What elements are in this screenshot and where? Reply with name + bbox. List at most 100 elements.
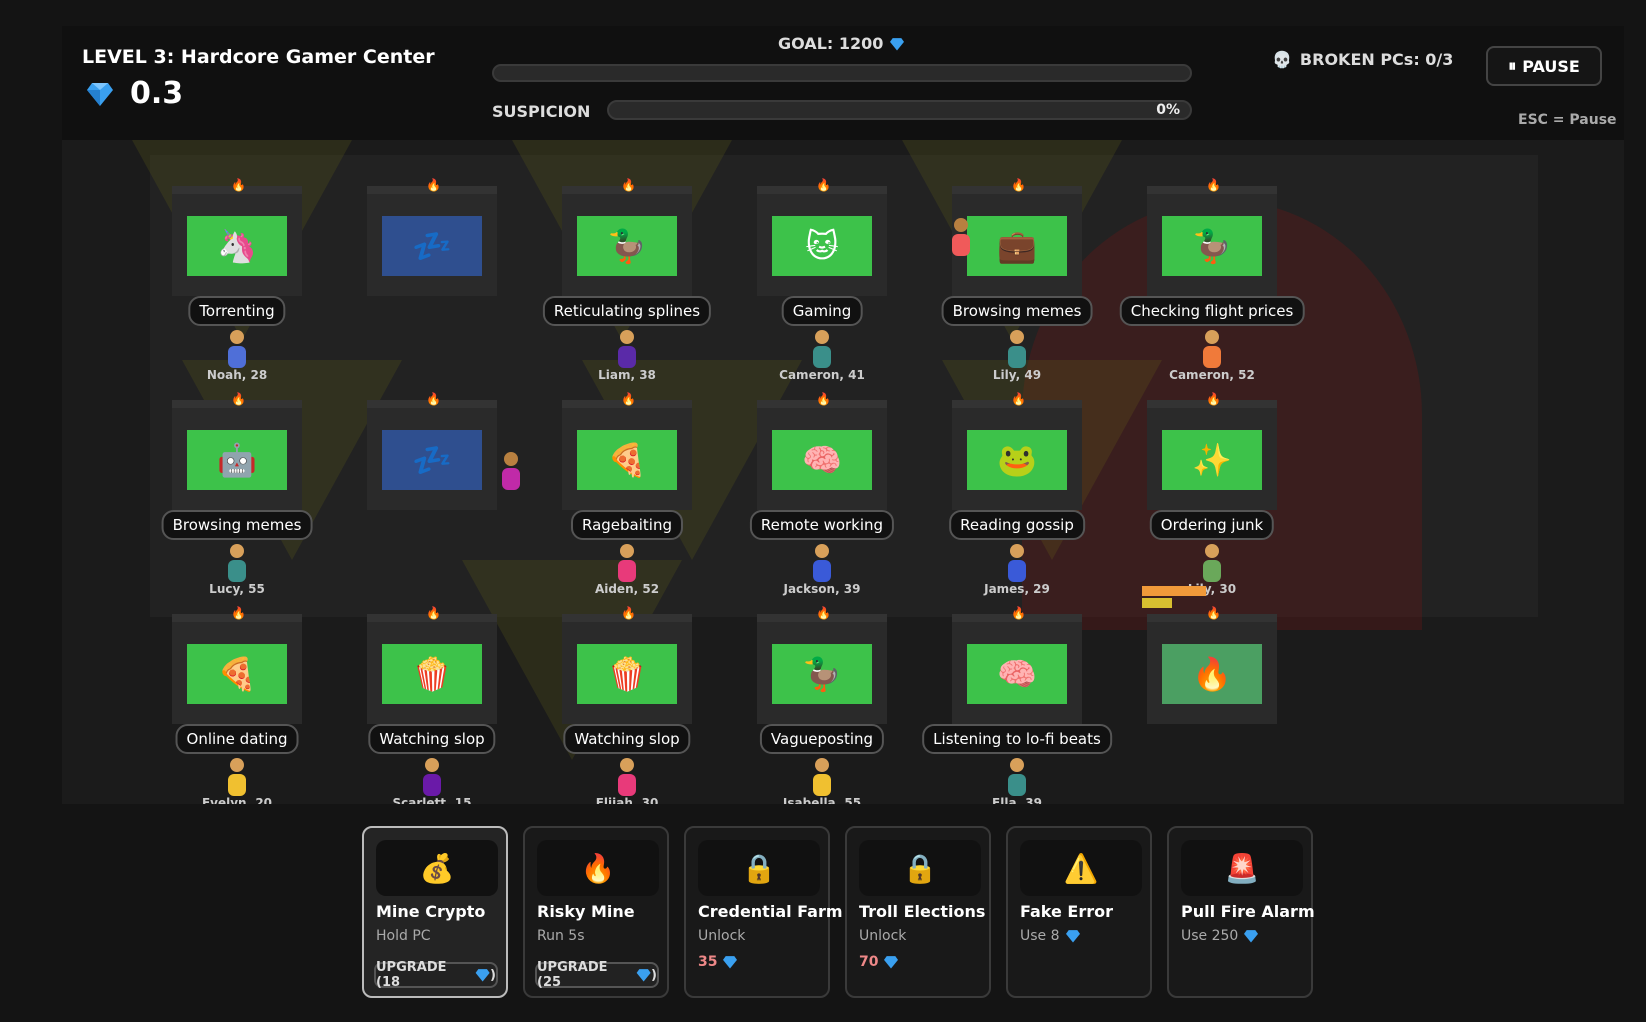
tool-card-troll-elections[interactable]: 🔒 Troll Elections Unlock 70 <box>845 826 991 998</box>
desk: 🔥 ✨ <box>1147 392 1277 510</box>
tool-card-risky-mine[interactable]: 🔥 Risky Mine Run 5s UPGRADE (25 ) <box>523 826 669 998</box>
pc-monitor[interactable]: 🦄 <box>187 216 287 276</box>
pc-monitor[interactable]: 🍕 <box>577 430 677 490</box>
gem-balance: 0.3 <box>86 76 183 111</box>
suspicion-bar: 0% <box>607 100 1192 120</box>
tool-icon: ⚠️ <box>1020 840 1142 896</box>
worker-name: Lucy, 55 <box>209 582 265 596</box>
tool-bar: 💰 Mine Crypto Hold PC UPGRADE (18 ) 🔥 Risky M… <box>362 826 1315 998</box>
hud-bar: LEVEL 3: Hardcore Gamer Center 0.3 GOAL:… <box>62 26 1624 140</box>
goal-progress-bar <box>492 64 1192 82</box>
activity-label: Vagueposting <box>759 724 885 754</box>
worker-name: Cameron, 52 <box>1169 368 1255 382</box>
tool-card-fake-error[interactable]: ⚠️ Fake Error Use 8 <box>1006 826 1152 998</box>
tool-subtitle: Use 8 <box>1020 928 1081 944</box>
desk: 🔥 🦆 <box>562 178 692 296</box>
tool-name: Risky Mine <box>537 902 635 921</box>
pc-monitor[interactable]: 🧠 <box>772 430 872 490</box>
heat-indicator-icon: 🔥 <box>621 606 636 620</box>
pc-monitor[interactable]: 💤 <box>382 430 482 490</box>
activity-label: Checking flight prices <box>1119 296 1305 326</box>
office-floor: 🔥 🦄 Torrenting Noah, 28 🔥 💤 🔥 🦆 Reticulating spl… <box>62 140 1624 804</box>
worker-name: Jackson, 39 <box>783 582 861 596</box>
desk: 🔥 🦆 <box>1147 178 1277 296</box>
worker-name: Aiden, 52 <box>594 582 660 596</box>
activity-label: Reticulating splines <box>542 296 712 326</box>
activity-label: Online dating <box>175 724 299 754</box>
desk-top: 🔥 <box>172 178 302 194</box>
heat-indicator-icon: 🔥 <box>1206 178 1221 192</box>
pc-monitor[interactable]: 🦆 <box>772 644 872 704</box>
worker-name: Lily, 49 <box>992 368 1042 382</box>
tool-icon: 🔒 <box>859 840 981 896</box>
pause-button[interactable]: ⏸ PAUSE <box>1486 46 1602 86</box>
tool-name: Credential Farm <box>698 902 843 921</box>
desk: 🔥 🦄 <box>172 178 302 296</box>
worker-name: Liam, 38 <box>598 368 656 382</box>
pc-monitor[interactable]: 🐱 <box>772 216 872 276</box>
pc-monitor[interactable]: 🔥 <box>1162 644 1262 704</box>
tool-icon: 🔒 <box>698 840 820 896</box>
desk: 🔥 💤 <box>367 392 497 510</box>
worker-name: Cameron, 41 <box>779 368 865 382</box>
tool-card-pull-fire-alarm[interactable]: 🚨 Pull Fire Alarm Use 250 <box>1167 826 1315 998</box>
worker-name: Elijah, 30 <box>595 796 659 804</box>
worker-figure <box>226 544 248 584</box>
upgrade-button[interactable]: UPGRADE (18 ) <box>374 960 498 990</box>
worker-figure <box>811 544 833 584</box>
desk-top: 🔥 <box>367 178 497 194</box>
worker-figure <box>1201 544 1223 584</box>
activity-label: Ordering junk <box>1149 510 1275 540</box>
heat-bar <box>1142 598 1172 608</box>
tool-icon: 🔥 <box>537 840 659 896</box>
heat-indicator-icon: 🔥 <box>426 392 441 406</box>
tool-cost: 70 <box>859 954 899 970</box>
pc-monitor[interactable]: 🍿 <box>382 644 482 704</box>
pc-monitor[interactable]: 🍕 <box>187 644 287 704</box>
heat-indicator-icon: 🔥 <box>816 178 831 192</box>
mining-progress-bar <box>1142 586 1206 596</box>
desk-top: 🔥 <box>952 392 1082 408</box>
pc-monitor[interactable]: ✨ <box>1162 430 1262 490</box>
heat-indicator-icon: 🔥 <box>621 392 636 406</box>
desk: 🔥 🍕 <box>562 392 692 510</box>
diamond-icon <box>1065 930 1080 943</box>
tool-card-credential-farm[interactable]: 🔒 Credential Farm Unlock 35 <box>684 826 843 998</box>
desk-top: 🔥 <box>367 392 497 408</box>
pc-monitor[interactable]: 🍿 <box>577 644 677 704</box>
heat-indicator-icon: 🔥 <box>231 606 246 620</box>
pc-monitor[interactable]: 🐸 <box>967 430 1067 490</box>
pc-monitor[interactable]: 🧠 <box>967 644 1067 704</box>
pc-monitor[interactable]: 🦆 <box>1162 216 1262 276</box>
tool-card-mine-crypto[interactable]: 💰 Mine Crypto Hold PC UPGRADE (18 ) <box>362 826 508 998</box>
esc-hint: ESC = Pause <box>1518 112 1617 128</box>
desk: 🔥 💤 <box>367 178 497 296</box>
desk: 🔥 🧠 <box>952 606 1082 724</box>
worker-figure <box>226 758 248 798</box>
tool-name: Fake Error <box>1020 902 1114 921</box>
tool-name: Pull Fire Alarm <box>1181 902 1315 921</box>
heat-indicator-icon: 🔥 <box>1206 392 1221 406</box>
tool-icon: 🚨 <box>1181 840 1303 896</box>
desk-top: 🔥 <box>952 178 1082 194</box>
activity-label: Listening to lo-fi beats <box>922 724 1112 754</box>
upgrade-button[interactable]: UPGRADE (25 ) <box>535 960 659 990</box>
desk-top: 🔥 <box>1147 178 1277 194</box>
goal-text: GOAL: 1200 <box>778 34 884 53</box>
level-title: LEVEL 3: Hardcore Gamer Center <box>82 46 435 68</box>
desk-top: 🔥 <box>562 606 692 622</box>
desk-top: 🔥 <box>952 606 1082 622</box>
desk-top: 🔥 <box>757 606 887 622</box>
activity-label: Torrenting <box>188 296 286 326</box>
worker-figure <box>1006 758 1028 798</box>
activity-label: Gaming <box>781 296 863 326</box>
desk: 🔥 🧠 <box>757 392 887 510</box>
pc-monitor[interactable]: 💼 <box>967 216 1067 276</box>
pc-monitor[interactable]: 🤖 <box>187 430 287 490</box>
pc-monitor[interactable]: 🦆 <box>577 216 677 276</box>
diamond-icon <box>87 82 113 106</box>
worker-figure <box>811 758 833 798</box>
pc-monitor[interactable]: 💤 <box>382 216 482 276</box>
worker-name: Evelyn, 20 <box>201 796 273 804</box>
diamond-icon <box>890 37 905 50</box>
